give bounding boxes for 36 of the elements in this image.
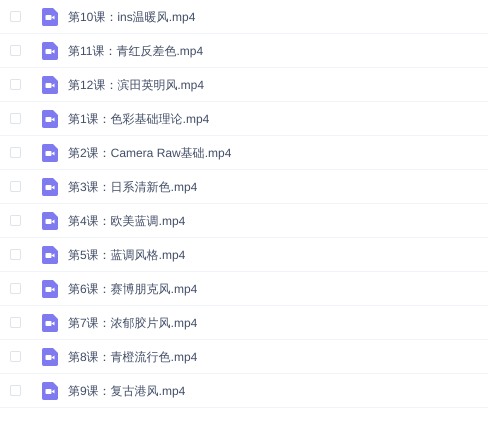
file-name[interactable]: 第12课：滨田英明风.mp4	[68, 76, 204, 94]
video-file-icon	[42, 280, 58, 298]
file-name[interactable]: 第9课：复古港风.mp4	[68, 382, 186, 400]
file-name[interactable]: 第10课：ins温暖风.mp4	[68, 8, 196, 26]
file-name[interactable]: 第2课：Camera Raw基础.mp4	[68, 144, 232, 162]
file-name[interactable]: 第7课：浓郁胶片风.mp4	[68, 314, 198, 332]
video-file-icon	[42, 212, 58, 230]
video-file-icon	[42, 8, 58, 26]
checkbox[interactable]	[10, 385, 21, 396]
file-name[interactable]: 第11课：青红反差色.mp4	[68, 42, 204, 60]
file-name[interactable]: 第3课：日系清新色.mp4	[68, 178, 198, 196]
checkbox[interactable]	[10, 351, 21, 362]
video-file-icon	[42, 76, 58, 94]
file-name[interactable]: 第6课：赛博朋克风.mp4	[68, 280, 198, 298]
checkbox[interactable]	[10, 317, 21, 328]
checkbox[interactable]	[10, 11, 21, 22]
video-file-icon	[42, 178, 58, 196]
checkbox[interactable]	[10, 79, 21, 90]
checkbox[interactable]	[10, 215, 21, 226]
checkbox[interactable]	[10, 249, 21, 260]
checkbox[interactable]	[10, 113, 21, 124]
file-name[interactable]: 第4课：欧美蓝调.mp4	[68, 212, 186, 230]
video-file-icon	[42, 348, 58, 366]
file-name[interactable]: 第8课：青橙流行色.mp4	[68, 348, 198, 366]
video-file-icon	[42, 314, 58, 332]
file-name[interactable]: 第1课：色彩基础理论.mp4	[68, 110, 210, 128]
checkbox[interactable]	[10, 181, 21, 192]
file-name[interactable]: 第5课：蓝调风格.mp4	[68, 246, 186, 264]
checkbox[interactable]	[10, 283, 21, 294]
video-file-icon	[42, 144, 58, 162]
video-file-icon	[42, 382, 58, 400]
video-file-icon	[42, 110, 58, 128]
checkbox[interactable]	[10, 45, 21, 56]
video-file-icon	[42, 42, 58, 60]
checkbox[interactable]	[10, 147, 21, 158]
video-file-icon	[42, 246, 58, 264]
